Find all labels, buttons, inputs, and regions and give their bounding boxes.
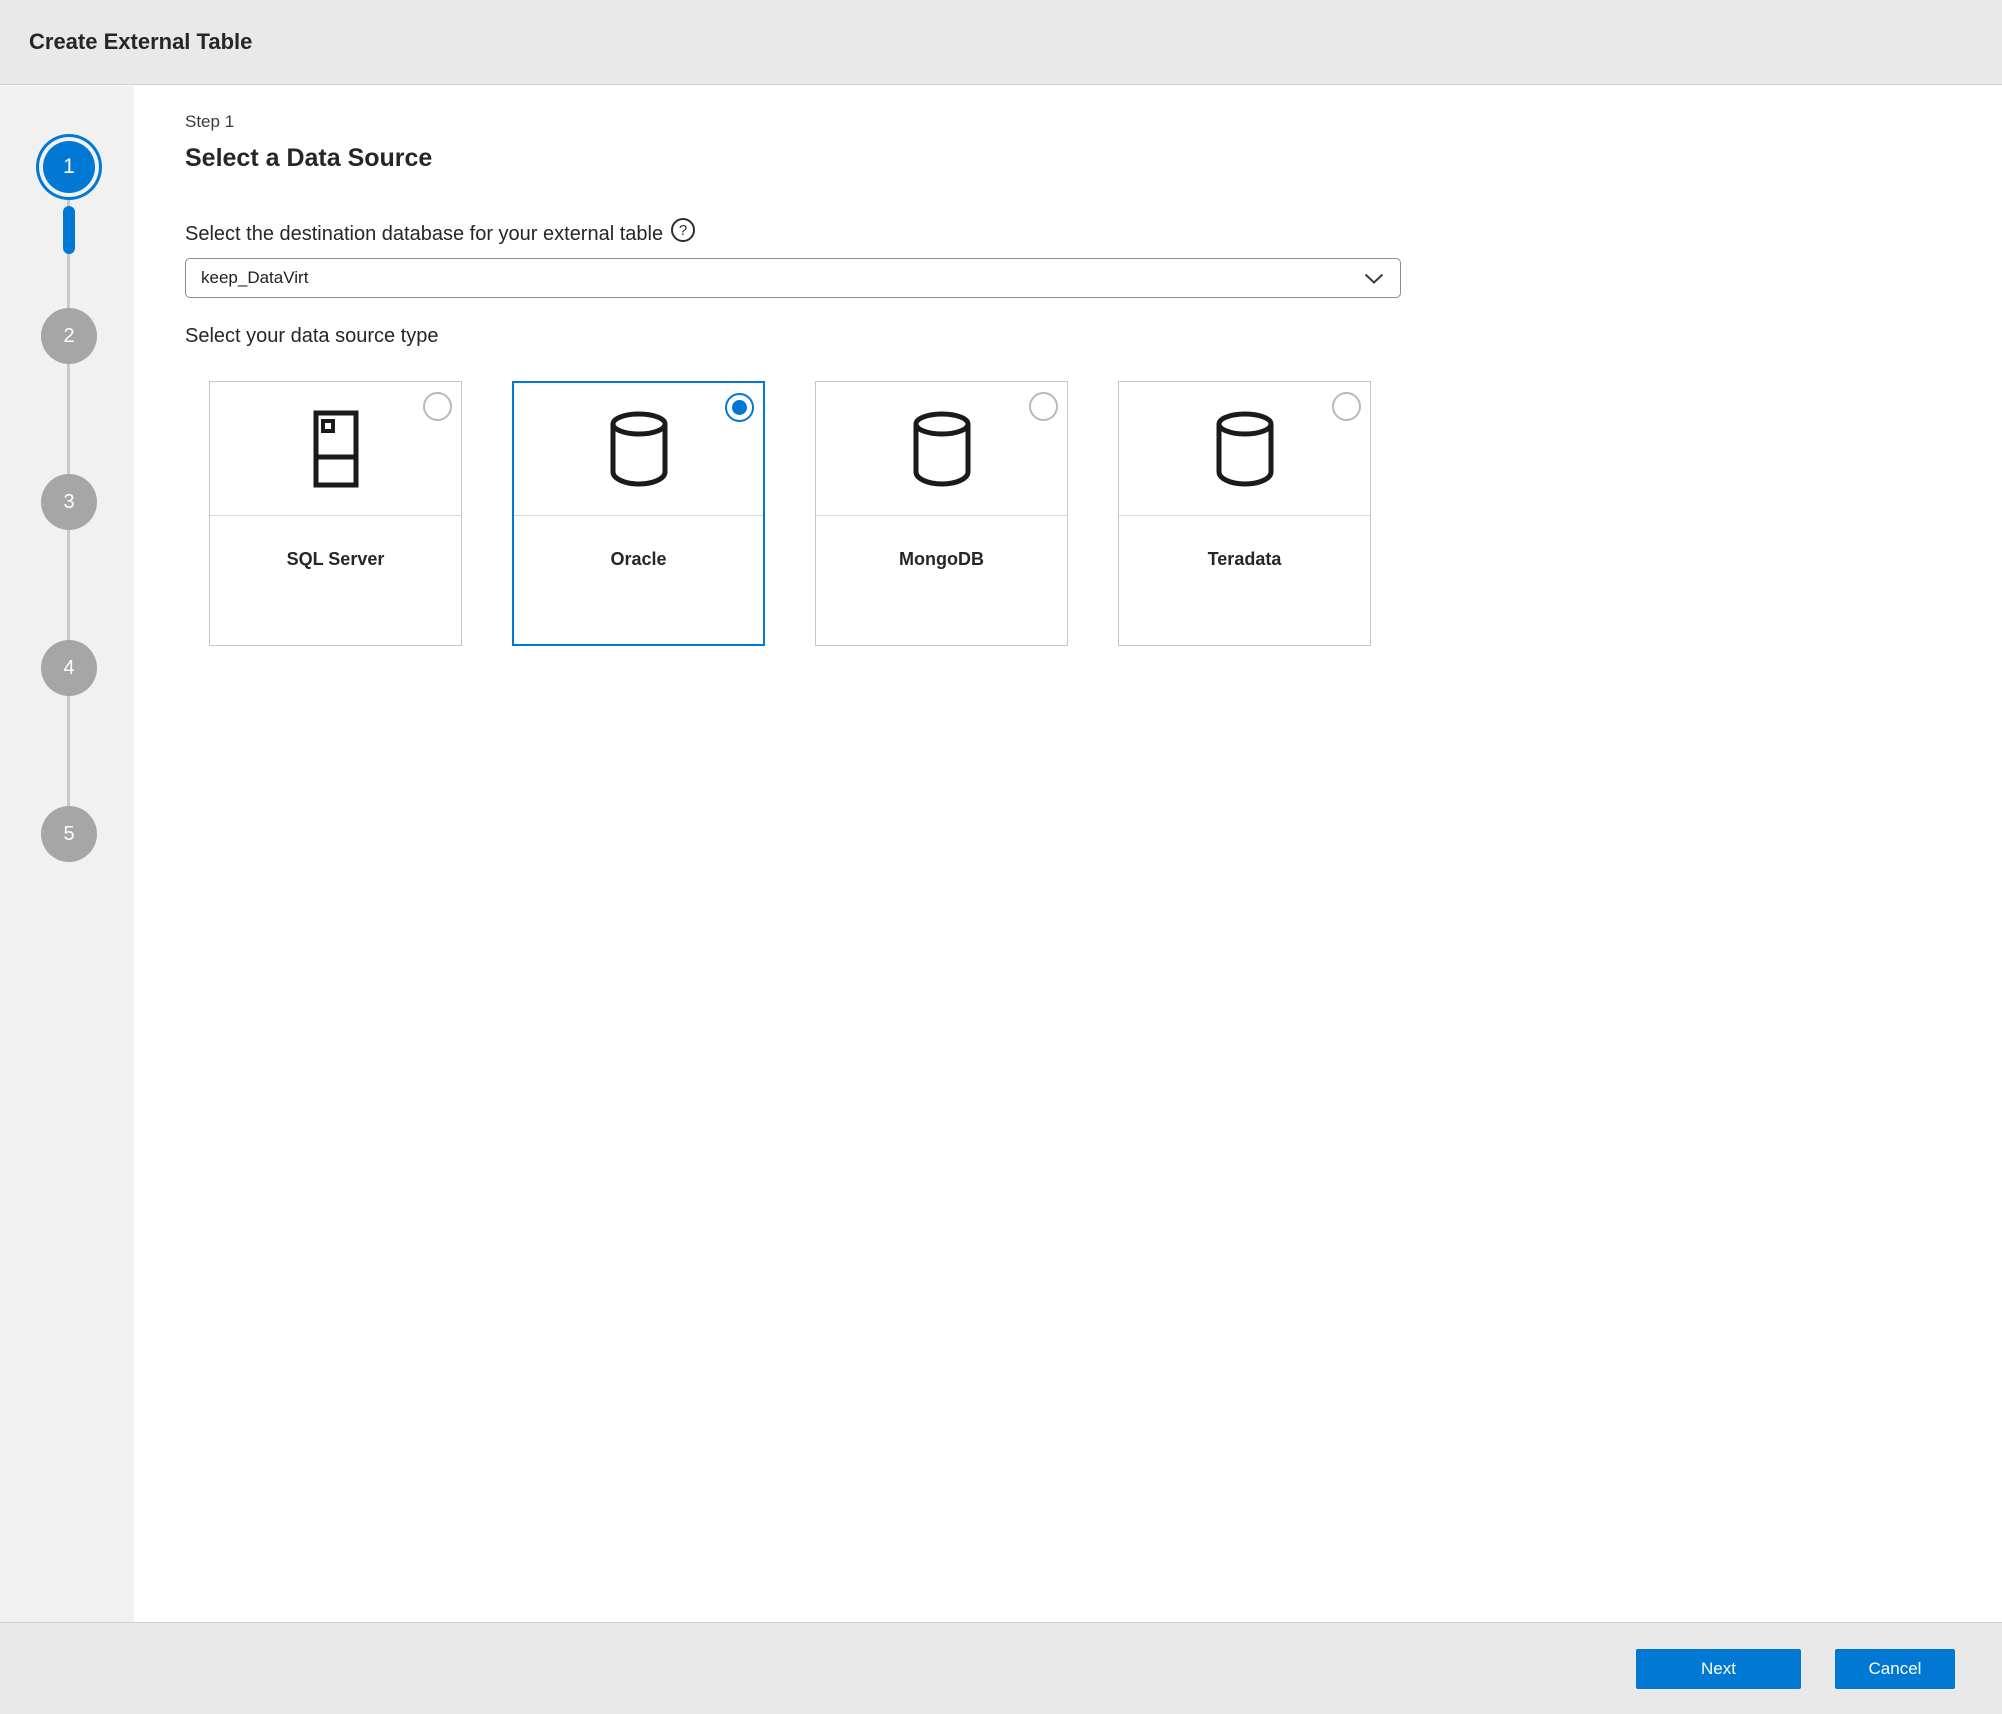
- radio-button[interactable]: [725, 393, 754, 422]
- database-icon: [908, 409, 976, 489]
- dialog-header: Create External Table: [0, 0, 2002, 85]
- wizard-page-content: Step 1 Select a Data Source Select the d…: [134, 86, 2002, 1622]
- dialog-footer: Next Cancel: [0, 1622, 2002, 1714]
- step-label: Step 1: [185, 112, 2002, 132]
- destination-database-row: Select the destination database for your…: [185, 223, 2002, 246]
- next-button[interactable]: Next: [1636, 1649, 1801, 1689]
- destination-database-label: Select the destination database for your…: [185, 223, 663, 246]
- data-source-card-teradata[interactable]: Teradata: [1118, 381, 1371, 646]
- help-icon[interactable]: ?: [671, 218, 695, 242]
- step-indicator-4[interactable]: 4: [41, 640, 97, 696]
- step-indicator-3[interactable]: 3: [41, 474, 97, 530]
- step-indicator-2[interactable]: 2: [41, 308, 97, 364]
- radio-button[interactable]: [423, 392, 452, 421]
- data-source-options: SQL Server Oracle: [209, 381, 2002, 646]
- step-indicator-1[interactable]: 1: [43, 141, 95, 193]
- data-source-label: MongoDB: [816, 549, 1067, 570]
- page-title: Select a Data Source: [185, 144, 2002, 173]
- data-source-label: SQL Server: [210, 549, 461, 570]
- database-icon: [1211, 409, 1279, 489]
- data-source-card-sql-server[interactable]: SQL Server: [209, 381, 462, 646]
- create-external-table-dialog: Create External Table 1 2 3 4 5 Step 1 S…: [0, 0, 2002, 1714]
- radio-button[interactable]: [1332, 392, 1361, 421]
- destination-database-select[interactable]: keep_DataVirt: [185, 258, 1401, 298]
- step-progress-bar: [63, 206, 75, 254]
- source-type-label: Select your data source type: [185, 325, 2002, 348]
- server-icon: [307, 408, 365, 490]
- data-source-card-mongodb[interactable]: MongoDB: [815, 381, 1068, 646]
- dialog-title: Create External Table: [29, 29, 252, 55]
- destination-database-value: keep_DataVirt: [201, 268, 308, 288]
- cancel-button[interactable]: Cancel: [1835, 1649, 1955, 1689]
- chevron-down-icon: [1364, 273, 1384, 284]
- database-icon: [605, 409, 673, 489]
- data-source-label: Teradata: [1119, 549, 1370, 570]
- step-indicator-5[interactable]: 5: [41, 806, 97, 862]
- data-source-card-oracle[interactable]: Oracle: [512, 381, 765, 646]
- radio-button[interactable]: [1029, 392, 1058, 421]
- wizard-step-rail: 1 2 3 4 5: [0, 86, 134, 1622]
- data-source-label: Oracle: [514, 549, 763, 570]
